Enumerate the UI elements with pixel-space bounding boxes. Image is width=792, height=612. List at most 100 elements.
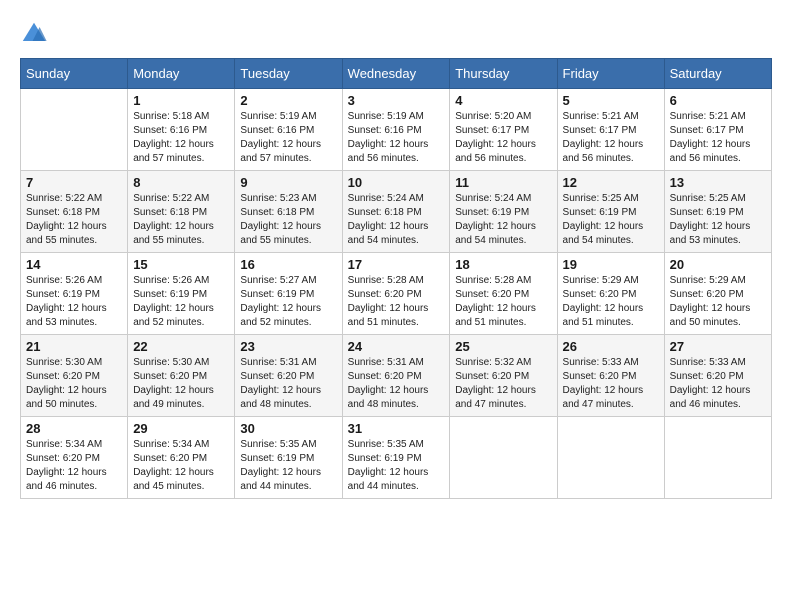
day-header-tuesday: Tuesday — [235, 59, 342, 89]
header-row: SundayMondayTuesdayWednesdayThursdayFrid… — [21, 59, 772, 89]
day-info: Sunrise: 5:22 AM Sunset: 6:18 PM Dayligh… — [133, 192, 229, 248]
day-cell: 7Sunrise: 5:22 AM Sunset: 6:18 PM Daylig… — [21, 171, 128, 253]
day-number: 22 — [133, 339, 229, 354]
day-info: Sunrise: 5:24 AM Sunset: 6:18 PM Dayligh… — [348, 192, 445, 248]
day-number: 1 — [133, 93, 229, 108]
day-number: 10 — [348, 175, 445, 190]
day-cell: 18 Sunrise: 5:28 AM Sunset: 6:20 PM Dayli… — [450, 253, 557, 335]
day-cell: 22 Sunrise: 5:30 AM Sunset: 6:20 PM Dayli… — [128, 335, 235, 417]
calendar-header: SundayMondayTuesdayWednesdayThursdayFrid… — [21, 59, 772, 89]
day-number: 27 — [670, 339, 766, 354]
day-header-wednesday: Wednesday — [342, 59, 450, 89]
day-number: 30 — [240, 421, 336, 436]
day-cell — [664, 417, 771, 499]
day-number: 12 — [563, 175, 659, 190]
day-info: Sunrise: 5:25 AM Sunset: 6:19 PM Dayligh… — [670, 192, 766, 248]
day-info: Sunrise: 5:18 AM Sunset: 6:16 PM Dayligh… — [133, 110, 229, 166]
day-number: 21 — [26, 339, 122, 354]
day-info: Sunrise: 5:33 AM Sunset: 6:20 PM Dayligh… — [563, 356, 659, 412]
day-cell: 31 Sunrise: 5:35 AM Sunset: 6:19 PM Dayli… — [342, 417, 450, 499]
day-cell: 13 Sunrise: 5:25 AM Sunset: 6:19 PM Dayli… — [664, 171, 771, 253]
day-cell: 1 Sunrise: 5:18 AM Sunset: 6:16 PM Daylig… — [128, 89, 235, 171]
day-header-saturday: Saturday — [664, 59, 771, 89]
day-info: Sunrise: 5:25 AM Sunset: 6:19 PM Dayligh… — [563, 192, 659, 248]
day-cell: 17 Sunrise: 5:28 AM Sunset: 6:20 PM Dayli… — [342, 253, 450, 335]
day-info: Sunrise: 5:28 AM Sunset: 6:20 PM Dayligh… — [348, 274, 445, 330]
day-cell — [450, 417, 557, 499]
day-number: 13 — [670, 175, 766, 190]
day-info: Sunrise: 5:35 AM Sunset: 6:19 PM Dayligh… — [348, 438, 445, 494]
day-cell: 30 Sunrise: 5:35 AM Sunset: 6:19 PM Dayli… — [235, 417, 342, 499]
day-cell: 19 Sunrise: 5:29 AM Sunset: 6:20 PM Dayli… — [557, 253, 664, 335]
day-number: 23 — [240, 339, 336, 354]
day-cell: 14 Sunrise: 5:26 AM Sunset: 6:19 PM Dayli… — [21, 253, 128, 335]
day-number: 2 — [240, 93, 336, 108]
day-cell: 20Sunrise: 5:29 AM Sunset: 6:20 PM Dayli… — [664, 253, 771, 335]
day-cell: 23Sunrise: 5:31 AM Sunset: 6:20 PM Dayli… — [235, 335, 342, 417]
day-info: Sunrise: 5:26 AM Sunset: 6:19 PM Dayligh… — [26, 274, 122, 330]
day-cell: 24 Sunrise: 5:31 AM Sunset: 6:20 PM Dayli… — [342, 335, 450, 417]
day-cell: 25Sunrise: 5:32 AM Sunset: 6:20 PM Dayli… — [450, 335, 557, 417]
logo — [20, 20, 52, 48]
day-number: 26 — [563, 339, 659, 354]
day-number: 31 — [348, 421, 445, 436]
day-number: 4 — [455, 93, 551, 108]
day-info: Sunrise: 5:32 AM Sunset: 6:20 PM Dayligh… — [455, 356, 551, 412]
day-cell: 15Sunrise: 5:26 AM Sunset: 6:19 PM Dayli… — [128, 253, 235, 335]
day-info: Sunrise: 5:35 AM Sunset: 6:19 PM Dayligh… — [240, 438, 336, 494]
day-header-friday: Friday — [557, 59, 664, 89]
day-cell: 12 Sunrise: 5:25 AM Sunset: 6:19 PM Dayli… — [557, 171, 664, 253]
week-row-3: 14 Sunrise: 5:26 AM Sunset: 6:19 PM Dayli… — [21, 253, 772, 335]
day-info: Sunrise: 5:29 AM Sunset: 6:20 PM Dayligh… — [563, 274, 659, 330]
day-cell: 28 Sunrise: 5:34 AM Sunset: 6:20 PM Dayli… — [21, 417, 128, 499]
day-cell: 3Sunrise: 5:19 AM Sunset: 6:16 PM Daylig… — [342, 89, 450, 171]
day-cell: 26 Sunrise: 5:33 AM Sunset: 6:20 PM Dayli… — [557, 335, 664, 417]
day-header-thursday: Thursday — [450, 59, 557, 89]
calendar-table: SundayMondayTuesdayWednesdayThursdayFrid… — [20, 58, 772, 499]
day-number: 20 — [670, 257, 766, 272]
day-cell — [21, 89, 128, 171]
day-info: Sunrise: 5:30 AM Sunset: 6:20 PM Dayligh… — [133, 356, 229, 412]
day-number: 6 — [670, 93, 766, 108]
day-info: Sunrise: 5:21 AM Sunset: 6:17 PM Dayligh… — [563, 110, 659, 166]
day-cell: 11Sunrise: 5:24 AM Sunset: 6:19 PM Dayli… — [450, 171, 557, 253]
day-cell: 6 Sunrise: 5:21 AM Sunset: 6:17 PM Daylig… — [664, 89, 771, 171]
week-row-5: 28 Sunrise: 5:34 AM Sunset: 6:20 PM Dayli… — [21, 417, 772, 499]
day-cell: 27 Sunrise: 5:33 AM Sunset: 6:20 PM Dayli… — [664, 335, 771, 417]
day-cell: 16Sunrise: 5:27 AM Sunset: 6:19 PM Dayli… — [235, 253, 342, 335]
day-number: 8 — [133, 175, 229, 190]
day-number: 9 — [240, 175, 336, 190]
day-number: 5 — [563, 93, 659, 108]
day-info: Sunrise: 5:28 AM Sunset: 6:20 PM Dayligh… — [455, 274, 551, 330]
calendar-body: 1 Sunrise: 5:18 AM Sunset: 6:16 PM Daylig… — [21, 89, 772, 499]
day-info: Sunrise: 5:33 AM Sunset: 6:20 PM Dayligh… — [670, 356, 766, 412]
day-cell: 2Sunrise: 5:19 AM Sunset: 6:16 PM Daylig… — [235, 89, 342, 171]
day-number: 19 — [563, 257, 659, 272]
day-number: 14 — [26, 257, 122, 272]
day-cell — [557, 417, 664, 499]
day-number: 16 — [240, 257, 336, 272]
day-number: 18 — [455, 257, 551, 272]
day-number: 24 — [348, 339, 445, 354]
day-info: Sunrise: 5:31 AM Sunset: 6:20 PM Dayligh… — [348, 356, 445, 412]
day-info: Sunrise: 5:22 AM Sunset: 6:18 PM Dayligh… — [26, 192, 122, 248]
week-row-4: 21 Sunrise: 5:30 AM Sunset: 6:20 PM Dayli… — [21, 335, 772, 417]
day-cell: 4 Sunrise: 5:20 AM Sunset: 6:17 PM Daylig… — [450, 89, 557, 171]
logo-icon — [20, 20, 48, 48]
day-info: Sunrise: 5:30 AM Sunset: 6:20 PM Dayligh… — [26, 356, 122, 412]
day-number: 11 — [455, 175, 551, 190]
day-info: Sunrise: 5:34 AM Sunset: 6:20 PM Dayligh… — [26, 438, 122, 494]
day-info: Sunrise: 5:23 AM Sunset: 6:18 PM Dayligh… — [240, 192, 336, 248]
day-info: Sunrise: 5:21 AM Sunset: 6:17 PM Dayligh… — [670, 110, 766, 166]
week-row-1: 1 Sunrise: 5:18 AM Sunset: 6:16 PM Daylig… — [21, 89, 772, 171]
day-cell: 5 Sunrise: 5:21 AM Sunset: 6:17 PM Daylig… — [557, 89, 664, 171]
day-cell: 8 Sunrise: 5:22 AM Sunset: 6:18 PM Daylig… — [128, 171, 235, 253]
page-header — [20, 20, 772, 48]
day-number: 17 — [348, 257, 445, 272]
day-cell: 10 Sunrise: 5:24 AM Sunset: 6:18 PM Dayli… — [342, 171, 450, 253]
day-number: 28 — [26, 421, 122, 436]
day-info: Sunrise: 5:34 AM Sunset: 6:20 PM Dayligh… — [133, 438, 229, 494]
day-info: Sunrise: 5:20 AM Sunset: 6:17 PM Dayligh… — [455, 110, 551, 166]
day-cell: 29Sunrise: 5:34 AM Sunset: 6:20 PM Dayli… — [128, 417, 235, 499]
day-header-sunday: Sunday — [21, 59, 128, 89]
